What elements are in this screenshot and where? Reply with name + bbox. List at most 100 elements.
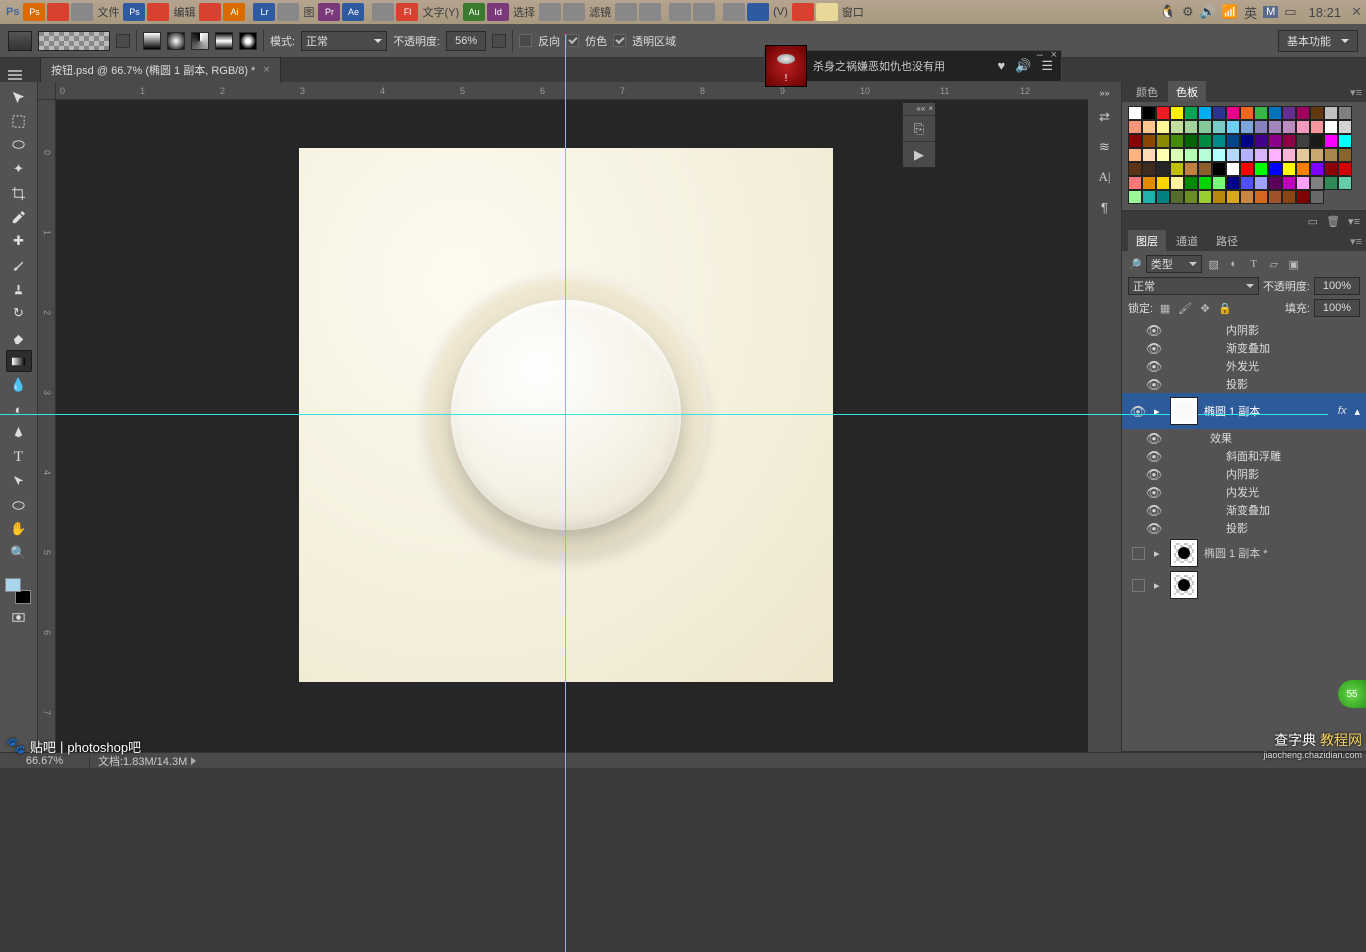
- like-icon[interactable]: ♥: [997, 58, 1005, 74]
- taskbar-app[interactable]: Fl: [396, 3, 418, 21]
- swatch[interactable]: [1240, 162, 1254, 176]
- swatch[interactable]: [1156, 134, 1170, 148]
- swatch[interactable]: [1226, 162, 1240, 176]
- swatch[interactable]: [1296, 190, 1310, 204]
- eraser-tool[interactable]: [6, 326, 32, 348]
- swatch[interactable]: [1338, 134, 1352, 148]
- swatch[interactable]: [1226, 190, 1240, 204]
- swatch[interactable]: [1254, 176, 1268, 190]
- layer-opacity-input[interactable]: 100%: [1314, 277, 1360, 295]
- tab-layers[interactable]: 图层: [1128, 230, 1166, 252]
- expand-dock-icon[interactable]: »»: [1099, 88, 1109, 98]
- swatch[interactable]: [1128, 106, 1142, 120]
- swatch[interactable]: [1170, 134, 1184, 148]
- swatch[interactable]: [1212, 176, 1226, 190]
- history-brush-tool[interactable]: ↻: [6, 302, 32, 324]
- visibility-eye-icon[interactable]: 👁: [1146, 486, 1163, 499]
- gradient-angle-icon[interactable]: [191, 32, 209, 50]
- swatch[interactable]: [1198, 190, 1212, 204]
- visibility-off-icon[interactable]: [1132, 547, 1145, 560]
- taskbar-app[interactable]: [277, 3, 299, 21]
- fx-collapse-icon[interactable]: ▴: [1354, 405, 1360, 418]
- visibility-off-icon[interactable]: [1132, 579, 1145, 592]
- visibility-eye-icon[interactable]: 👁: [1146, 378, 1163, 391]
- swatch[interactable]: [1296, 176, 1310, 190]
- filter-pixel-icon[interactable]: ▧: [1206, 256, 1222, 272]
- effect-item[interactable]: 👁内阴影: [1122, 321, 1366, 339]
- panel-menu-icon[interactable]: ▾≡: [1350, 86, 1362, 99]
- effect-item[interactable]: 👁投影: [1122, 519, 1366, 537]
- taskbar-app[interactable]: [669, 3, 691, 21]
- mini-collapse-icon[interactable]: ««: [916, 104, 925, 114]
- visibility-eye-icon[interactable]: 👁: [1146, 360, 1163, 373]
- reverse-checkbox[interactable]: [519, 34, 532, 47]
- wifi-tray-icon[interactable]: 📶: [1222, 4, 1238, 20]
- swatch[interactable]: [1240, 148, 1254, 162]
- fill-input[interactable]: 100%: [1314, 299, 1360, 317]
- effect-item[interactable]: 👁外发光: [1122, 357, 1366, 375]
- swatch[interactable]: [1156, 148, 1170, 162]
- swatch[interactable]: [1156, 162, 1170, 176]
- swatch[interactable]: [1142, 148, 1156, 162]
- brush-panel-icon[interactable]: ≋: [1093, 136, 1117, 158]
- panel-menu-icon[interactable]: ▾≡: [1350, 235, 1362, 248]
- swatch[interactable]: [1142, 162, 1156, 176]
- tab-swatches[interactable]: 色板: [1168, 81, 1206, 103]
- swatch[interactable]: [1212, 106, 1226, 120]
- filter-smart-icon[interactable]: ▣: [1286, 256, 1302, 272]
- swatch[interactable]: [1156, 176, 1170, 190]
- swatch[interactable]: [1212, 134, 1226, 148]
- zoom-tool[interactable]: 🔍: [6, 542, 32, 564]
- dither-checkbox[interactable]: [566, 34, 579, 47]
- swap-icon[interactable]: ⇄: [1093, 106, 1117, 128]
- swatch[interactable]: [1184, 148, 1198, 162]
- tab-paths[interactable]: 路径: [1208, 230, 1246, 252]
- eyedropper-tool[interactable]: [6, 206, 32, 228]
- blend-mode-select[interactable]: 正常: [301, 31, 387, 51]
- path-select-tool[interactable]: [6, 470, 32, 492]
- blur-tool[interactable]: 💧: [6, 374, 32, 396]
- swatch[interactable]: [1198, 106, 1212, 120]
- tab-channels[interactable]: 通道: [1168, 230, 1206, 252]
- fx-badge[interactable]: fx: [1338, 405, 1347, 417]
- qq-tray-icon[interactable]: 🐧: [1160, 4, 1176, 20]
- swatch[interactable]: [1268, 148, 1282, 162]
- effect-item[interactable]: 👁内阴影: [1122, 465, 1366, 483]
- swatch[interactable]: [1324, 162, 1338, 176]
- type-tool[interactable]: T: [6, 446, 32, 468]
- swatch[interactable]: [1268, 176, 1282, 190]
- swatch[interactable]: [1296, 120, 1310, 134]
- swatch[interactable]: [1282, 134, 1296, 148]
- swatch[interactable]: [1226, 134, 1240, 148]
- visibility-eye-icon[interactable]: 👁: [1146, 522, 1163, 535]
- lasso-tool[interactable]: [6, 134, 32, 156]
- swatch[interactable]: [1254, 148, 1268, 162]
- swatch[interactable]: [1296, 162, 1310, 176]
- swatch[interactable]: [1184, 134, 1198, 148]
- gradient-diamond-icon[interactable]: [239, 32, 257, 50]
- close-icon[interactable]: ✕: [1351, 4, 1362, 20]
- overlay-min-icon[interactable]: –: [1037, 49, 1043, 61]
- swatch[interactable]: [1268, 162, 1282, 176]
- swatch[interactable]: [1198, 176, 1212, 190]
- swatch[interactable]: [1324, 120, 1338, 134]
- status-menu-icon[interactable]: [191, 757, 196, 765]
- swatch[interactable]: [1268, 190, 1282, 204]
- lock-paint-icon[interactable]: 🖌: [1177, 300, 1193, 316]
- effect-item[interactable]: 👁渐变叠加: [1122, 501, 1366, 519]
- layer-name[interactable]: 椭圆 1 副本: [1204, 403, 1260, 419]
- swatch[interactable]: [1240, 176, 1254, 190]
- swatch[interactable]: [1198, 134, 1212, 148]
- swatch[interactable]: [1324, 148, 1338, 162]
- swatch[interactable]: [1128, 176, 1142, 190]
- swatch[interactable]: [1296, 148, 1310, 162]
- volume-icon[interactable]: 🔊: [1015, 58, 1031, 74]
- visibility-eye-icon[interactable]: 👁: [1146, 468, 1163, 481]
- layer-blend-select[interactable]: 正常: [1128, 277, 1259, 295]
- swatch[interactable]: [1170, 148, 1184, 162]
- swatch[interactable]: [1198, 148, 1212, 162]
- swatch[interactable]: [1156, 190, 1170, 204]
- crop-tool[interactable]: [6, 182, 32, 204]
- taskbar-app[interactable]: Pr: [318, 3, 340, 21]
- guide-horizontal[interactable]: [0, 414, 1328, 415]
